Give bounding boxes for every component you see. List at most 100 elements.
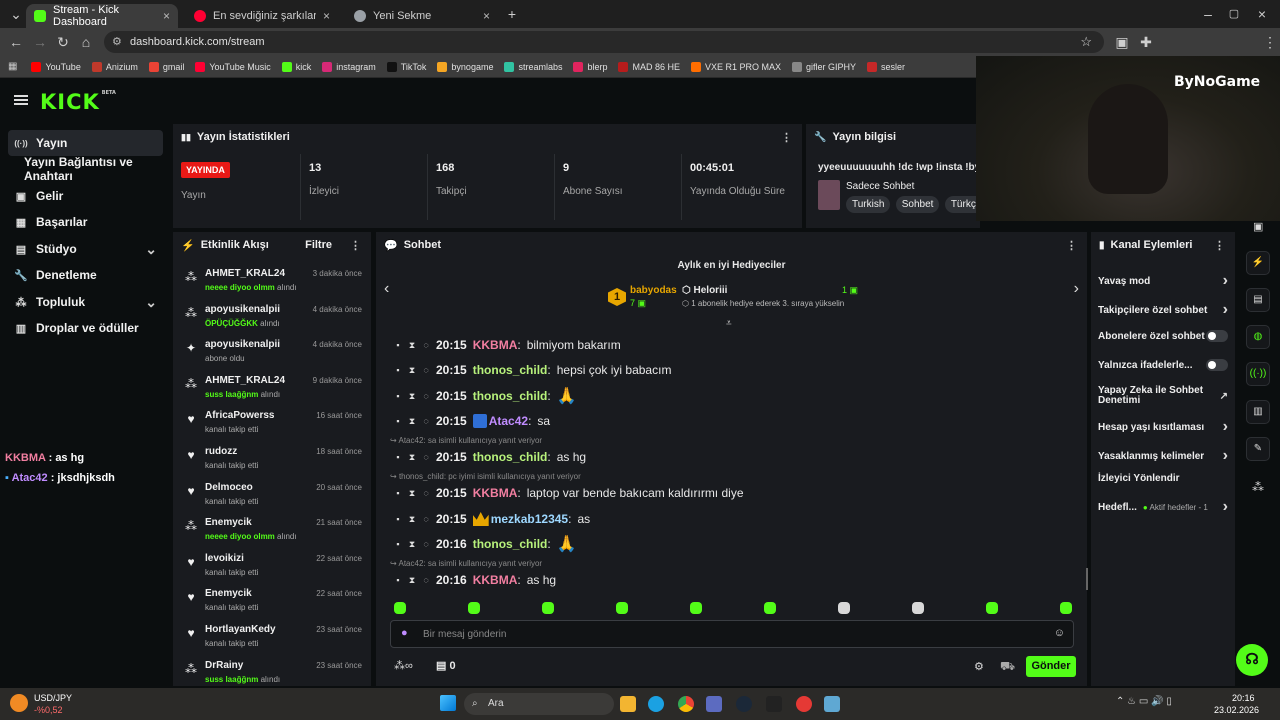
ban-icon[interactable]: ◌	[422, 452, 430, 462]
emote-icon[interactable]	[912, 602, 924, 614]
message-user[interactable]: thonos_child	[473, 363, 548, 377]
tab-search-icon[interactable]: ⌄	[8, 6, 24, 22]
more-options-icon[interactable]: ⋮	[350, 239, 361, 252]
window-close-button[interactable]: ×	[1254, 6, 1270, 22]
extension-icon[interactable]: ▣	[1114, 34, 1130, 50]
edge-icon[interactable]	[648, 696, 664, 712]
delete-icon[interactable]: ▪	[394, 488, 402, 498]
weather-widget-icon[interactable]	[10, 694, 28, 712]
bookmark-item[interactable]: YouTube	[31, 61, 81, 72]
reload-button[interactable]: ↻	[55, 34, 71, 50]
chat-message[interactable]: ▪ ⧗ ◌ 20:15 thonos_child: as hg	[394, 448, 586, 466]
message-user[interactable]: Atac42	[489, 414, 528, 428]
chat-bubble-icon[interactable]: ◍	[1246, 325, 1270, 349]
reply-context[interactable]: ↪ Atac42: sa isimli kullanıcıya yanıt ve…	[390, 559, 542, 568]
timeout-icon[interactable]: ⧗	[408, 391, 416, 402]
toggle-switch[interactable]	[1206, 359, 1228, 371]
ban-icon[interactable]: ◌	[422, 575, 430, 585]
chat-message[interactable]: ▪ ⧗ ◌ 20:15 KKBMA: laptop var bende bakıcam k…	[394, 484, 743, 502]
bookmark-item[interactable]: gifler GIPHY	[792, 61, 856, 72]
channel-action-item[interactable]: Yalnızca ifadelerle...	[1098, 359, 1228, 371]
timeout-icon[interactable]: ⧗	[408, 365, 416, 376]
ban-icon[interactable]: ◌	[422, 340, 430, 350]
timeout-icon[interactable]: ⧗	[408, 416, 416, 427]
ban-icon[interactable]: ◌	[422, 416, 430, 426]
sidebar-item[interactable]: ⁂ Topluluk ⌄	[8, 289, 163, 315]
channel-action-item[interactable]: Yasaklanmış kelimeler ›	[1098, 447, 1228, 465]
chat-message[interactable]: ▪ ⧗ ◌ 20:15 thonos_child: 🙏	[394, 387, 576, 405]
leaderboard-prev-button[interactable]: ‹	[384, 280, 389, 298]
more-options-icon[interactable]: ⋮	[781, 131, 792, 144]
home-button[interactable]: ⌂	[78, 34, 94, 50]
bookmark-item[interactable]: sesler	[867, 61, 905, 72]
tab-music[interactable]: En sevdiğiniz şarkılar ve albümler ×	[186, 4, 338, 28]
filter-button[interactable]: Filtre	[305, 239, 332, 251]
gift-icon[interactable]: ⛟	[1000, 659, 1015, 675]
activity-event[interactable]: ♥ Delmoceo 20 saat önce kanalı takip etti	[184, 480, 362, 514]
chat-message[interactable]: ▪ ⧗ ◌ 20:16 thonos_child: 🙏	[394, 535, 576, 553]
menu-icon[interactable]: ⋮	[1262, 34, 1278, 50]
ban-icon[interactable]: ◌	[422, 365, 430, 375]
broadcast-icon[interactable]: ((·))	[1246, 362, 1270, 386]
bookmark-item[interactable]: MAD 86 HE	[618, 61, 680, 72]
emote-icon[interactable]	[986, 602, 998, 614]
chat-message[interactable]: ▪ ⧗ ◌ 20:15 thonos_child: hepsi çok iyi babac…	[394, 361, 671, 379]
new-tab-button[interactable]: +	[504, 6, 520, 22]
activity-event[interactable]: ♥ rudozz 18 saat önce kanalı takip etti	[184, 444, 362, 478]
support-headset-button[interactable]: ☊	[1236, 644, 1268, 676]
bookmark-item[interactable]: Anizium	[91, 61, 138, 72]
emote-icon[interactable]	[616, 602, 628, 614]
sidebar-item[interactable]: ▦ Başarılar	[8, 209, 163, 235]
chrome-icon[interactable]	[678, 696, 694, 712]
printer-icon[interactable]: ▥	[1246, 400, 1270, 424]
toggle-switch[interactable]	[1206, 330, 1228, 342]
bookmark-item[interactable]: streamlabs	[504, 61, 562, 72]
channel-points-icon[interactable]: ⁂∞	[394, 659, 413, 672]
steam-icon[interactable]	[736, 696, 752, 712]
top-gifter-name[interactable]: babyodas	[630, 285, 677, 296]
taskbar-search-input[interactable]: ⌕ Ara	[464, 693, 614, 715]
send-button[interactable]: Gönder	[1026, 656, 1076, 677]
timeout-icon[interactable]: ⧗	[408, 452, 416, 463]
chat-message[interactable]: ▪ ⧗ ◌ 20:16 KKBMA: as hg	[394, 571, 556, 589]
delete-icon[interactable]: ▪	[394, 575, 402, 585]
activity-event[interactable]: ⁂ AHMET_KRAL24 3 dakika önce neeee diyoo ol…	[184, 266, 362, 300]
channel-action-item[interactable]: Abonelere özel sohbet	[1098, 330, 1228, 342]
emote-icon[interactable]	[764, 602, 776, 614]
document-icon[interactable]: ▤	[1246, 288, 1270, 312]
timeout-icon[interactable]: ⧗	[408, 539, 416, 550]
message-user[interactable]: mezkab12345	[491, 512, 568, 526]
minimize-button[interactable]: –	[1200, 6, 1216, 22]
emote-icon[interactable]	[838, 602, 850, 614]
emoji-icon[interactable]: ☺	[1054, 627, 1065, 639]
activity-event[interactable]: ♥ levoikizi 22 saat önce kanalı takip etti	[184, 551, 362, 585]
timeout-icon[interactable]: ⧗	[408, 340, 416, 351]
bookmark-star-icon[interactable]: ☆	[1080, 31, 1092, 53]
app-icon[interactable]	[824, 696, 840, 712]
message-user[interactable]: thonos_child	[473, 537, 548, 551]
chat-message[interactable]: ▪ ⧗ ◌ 20:15 KKBMA: bilmiyom bakarım	[394, 336, 620, 354]
activity-event[interactable]: ⁂ Enemycik 21 saat önce neeee diyoo olmm al…	[184, 515, 362, 549]
reply-context[interactable]: ↪ Atac42: sa isimli kullanıcıya yanıt ve…	[390, 436, 542, 445]
chat-scrollbar[interactable]	[1086, 568, 1088, 590]
emote-icon[interactable]	[542, 602, 554, 614]
back-button[interactable]: ←	[8, 34, 24, 50]
close-icon[interactable]: ×	[163, 9, 170, 23]
bookmark-item[interactable]: YouTube Music	[195, 61, 271, 72]
apps-grid-icon[interactable]: ▦	[8, 61, 17, 72]
message-user[interactable]: KKBMA	[473, 573, 518, 587]
ban-icon[interactable]: ◌	[422, 514, 430, 524]
leaderboard-next-button[interactable]: ›	[1074, 280, 1079, 298]
settings-gear-icon[interactable]: ⚙	[974, 660, 984, 673]
message-user[interactable]: KKBMA	[473, 338, 518, 352]
sidebar-item[interactable]: 🔧 Denetleme	[8, 262, 163, 288]
community-icon[interactable]: ⁂	[1252, 480, 1264, 494]
delete-icon[interactable]: ▪	[394, 539, 402, 549]
reply-context[interactable]: ↪ thonos_child: pc iyimi isimli kullanıc…	[390, 472, 581, 481]
bookmark-item[interactable]: blerp	[573, 61, 607, 72]
file-explorer-icon[interactable]	[620, 696, 636, 712]
close-icon[interactable]: ×	[483, 9, 490, 23]
site-info-icon[interactable]: ⚙	[112, 31, 122, 53]
second-gifter-name[interactable]: Heloriii	[694, 285, 728, 296]
timeout-icon[interactable]: ⧗	[408, 488, 416, 499]
